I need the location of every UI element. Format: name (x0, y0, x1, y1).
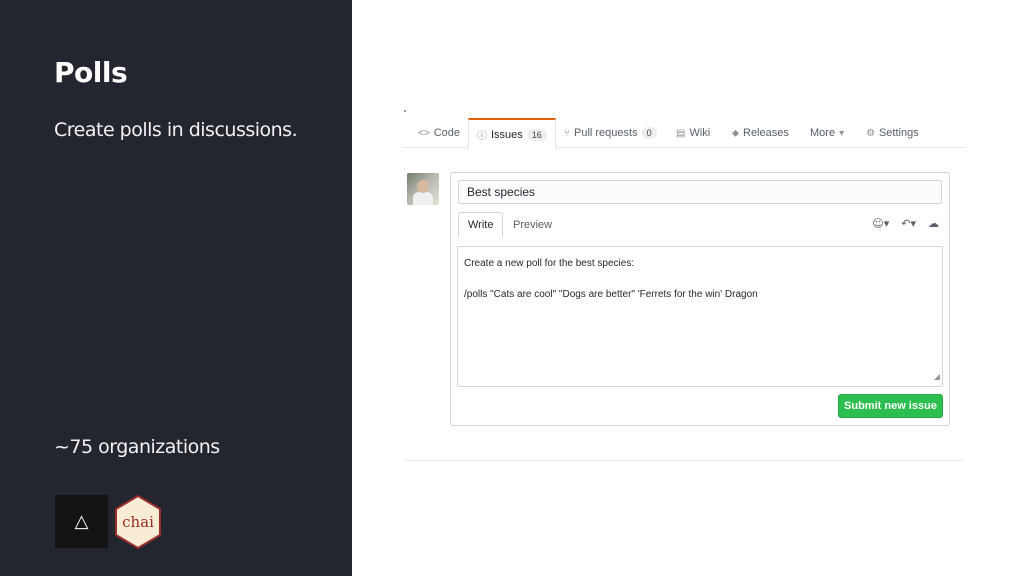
github-new-issue-screenshot: <> Code ⓘ Issues 16 ⑂ Pull requests 0 ▤ … (404, 110, 964, 470)
issue-body-textarea[interactable]: Create a new poll for the best species: /… (457, 246, 943, 387)
tab-pull-requests[interactable]: ⑂ Pull requests 0 (564, 118, 657, 148)
repo-nav-tabs: <> Code ⓘ Issues 16 ⑂ Pull requests 0 ▤ … (404, 118, 964, 149)
submit-issue-button[interactable]: Submit new issue (838, 394, 943, 418)
tab-releases[interactable]: ⬥ Releases (732, 118, 789, 148)
tab-write[interactable]: Write (458, 212, 504, 238)
code-icon: <> (418, 127, 430, 139)
gear-icon: ⚙ (866, 127, 875, 139)
slide-title: Polls (54, 56, 128, 89)
tag-icon: ⬥ (732, 127, 739, 139)
tab-wiki[interactable]: ▤ Wiki (676, 118, 710, 148)
tab-more[interactable]: More ▾ (810, 118, 844, 148)
separator-dot (404, 110, 406, 112)
tab-label: Code (433, 127, 460, 139)
tab-settings[interactable]: ⚙ Settings (866, 118, 919, 148)
body-line: /polls "Cats are cool" "Dogs are better"… (464, 289, 758, 300)
divider (404, 460, 964, 461)
tab-code[interactable]: <> Code (418, 118, 460, 148)
reply-icon[interactable]: ↶▾ (901, 217, 916, 230)
mention-icon[interactable]: ☺▾ (872, 217, 889, 230)
issue-icon: ⓘ (477, 131, 487, 142)
tab-preview[interactable]: Preview (513, 212, 552, 238)
body-line: Create a new poll for the best species: (464, 258, 635, 269)
tab-label: More (810, 127, 836, 139)
issues-counter: 16 (526, 128, 547, 141)
tab-label: Wiki (689, 127, 711, 139)
tab-label: Issues (491, 128, 523, 141)
tab-issues[interactable]: ⓘ Issues 16 (468, 118, 556, 149)
chai-logo-text: chai (122, 513, 154, 531)
upload-icon[interactable]: ☁ (928, 217, 939, 230)
issue-title-input[interactable]: Best species (458, 180, 942, 204)
chevron-down-icon: ▾ (839, 127, 845, 139)
resize-handle-icon[interactable]: ◢ (934, 369, 940, 384)
editor-toolbar: ☺▾ ↶▾ ☁ (872, 217, 939, 230)
slide-subtitle: Create polls in discussions. (54, 119, 298, 141)
new-issue-form: Best species Write Preview ☺▾ ↶▾ ☁ Creat… (450, 172, 950, 426)
triangle-logo: △ (55, 495, 108, 548)
pull-request-icon: ⑂ (564, 127, 570, 139)
tab-label: Releases (743, 127, 789, 139)
book-icon: ▤ (676, 127, 686, 139)
tab-label: Pull requests (574, 127, 638, 139)
triangle-icon: △ (74, 511, 89, 532)
slide-organizations-count: ~75 organizations (54, 436, 220, 458)
slide-panel: Polls Create polls in discussions. ~75 o… (0, 0, 352, 576)
tab-label: Settings (878, 127, 919, 139)
pull-requests-counter: 0 (641, 127, 657, 139)
chai-logo: chai (115, 494, 161, 550)
user-avatar[interactable] (407, 173, 439, 205)
